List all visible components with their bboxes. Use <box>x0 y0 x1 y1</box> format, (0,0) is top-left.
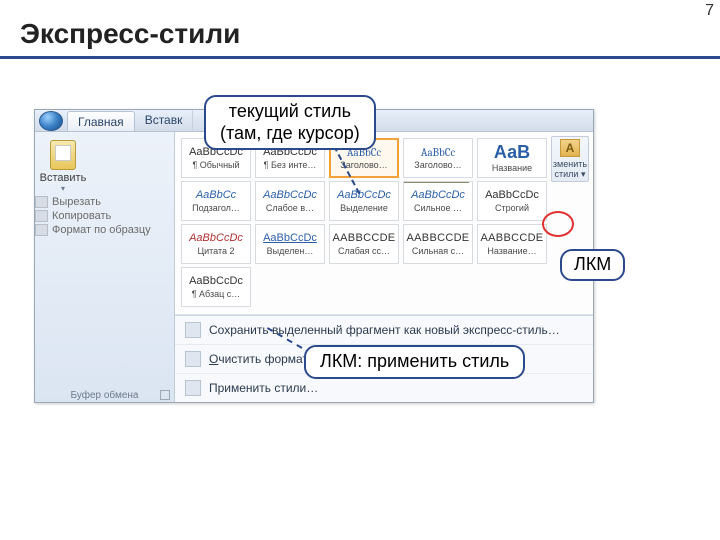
style-sample: AaBbCcDc <box>411 190 465 201</box>
style-name: Сильная с… <box>412 246 464 256</box>
style-name: Название <box>492 163 532 173</box>
style-name: Цитата 2 <box>197 246 234 256</box>
style-cell[interactable]: AABBCCDE Слабая сс… <box>329 224 399 264</box>
tab-insert[interactable]: Вставк <box>135 110 194 131</box>
clipboard-group-caption: Буфер обмена <box>35 390 174 401</box>
style-name: Заголово… <box>414 160 461 170</box>
copy-label: Копировать <box>52 210 111 222</box>
style-sample: AaBbCc <box>196 190 236 201</box>
style-sample: AaBbCcDc <box>263 190 317 201</box>
style-name: Строгий <box>495 203 529 213</box>
style-name: Заголово… <box>340 160 387 170</box>
tab-home[interactable]: Главная <box>67 111 135 131</box>
format-painter-label: Формат по образцу <box>52 224 151 236</box>
menu-save-as-quick-style[interactable]: Сохранить выделенный фрагмент как новый … <box>175 316 593 344</box>
page-title: Экспресс-стили <box>0 0 720 56</box>
style-sample: AaBbCcDc <box>337 190 391 201</box>
style-name: ¶ Обычный <box>192 160 239 170</box>
paste-button[interactable]: Вставить ▾ <box>35 136 91 193</box>
title-rule <box>0 56 720 59</box>
style-cell[interactable]: AaBbCcDc Слабое в… <box>255 181 325 221</box>
style-cell[interactable]: АаВ Название <box>477 138 547 178</box>
paste-label: Вставить <box>35 172 91 184</box>
style-cell[interactable]: AABBCCDE Сильная с… <box>403 224 473 264</box>
eraser-icon <box>185 351 201 367</box>
style-name: ¶ Без инте… <box>264 160 317 170</box>
style-cell[interactable]: AaBbCcDc Цитата 2 <box>181 224 251 264</box>
style-sample: AABBCCDE <box>407 233 470 244</box>
style-sample: AaBbCcDc <box>485 190 539 201</box>
style-cell[interactable]: AaBbCcDc Выделение <box>329 181 399 221</box>
change-styles-l2: стили ▾ <box>555 169 586 180</box>
change-styles-button[interactable]: зменить стили ▾ <box>551 136 589 182</box>
style-cell[interactable]: AaBbCcDc Выделен… <box>255 224 325 264</box>
style-cell[interactable]: AaBbCcDc ¶ Абзац с… <box>181 267 251 307</box>
copy-icon <box>35 210 48 222</box>
change-styles-l1: зменить <box>553 159 587 169</box>
apply-styles-icon <box>185 380 201 396</box>
cut-button[interactable]: Вырезать <box>35 195 151 209</box>
save-style-icon <box>185 322 201 338</box>
style-name: Сильное … <box>414 203 462 213</box>
page-number: 7 <box>705 2 714 20</box>
brush-icon <box>35 224 48 236</box>
paste-icon <box>50 140 76 170</box>
style-sample: AaBbCc <box>421 147 455 158</box>
callout-line1: текущий стиль (там, где курсор) <box>220 101 360 144</box>
style-cell[interactable]: AaBbCc Подзагол… <box>181 181 251 221</box>
style-cell[interactable]: AaBbCcDc Сильное … Заголовок 1 <box>403 181 473 221</box>
style-sample: AaBbCcDc <box>189 233 243 244</box>
style-sample: AABBCCDE <box>481 233 544 244</box>
callout-lmb: ЛКМ <box>560 249 625 281</box>
clipboard-group: Вставить ▾ Вырезать Копировать Формат по… <box>35 132 175 402</box>
style-cell[interactable]: AaBbCc Заголово… <box>403 138 473 178</box>
style-name: ¶ Абзац с… <box>192 289 241 299</box>
change-styles-icon <box>560 139 580 157</box>
style-tooltip: Заголовок 1 <box>403 181 468 183</box>
style-name: Слабое в… <box>266 203 314 213</box>
cut-label: Вырезать <box>52 196 101 208</box>
callout-current-style: текущий стиль (там, где курсор) <box>204 95 376 150</box>
style-name: Выделен… <box>267 246 314 256</box>
clipboard-dialog-launcher[interactable] <box>160 390 170 400</box>
style-sample: АаВ <box>494 143 530 161</box>
annotation-red-circle <box>542 211 574 237</box>
style-cell[interactable]: AaBbCcDc Строгий <box>477 181 547 221</box>
style-sample: AABBCCDE <box>333 233 396 244</box>
style-sample: AaBbCcDc <box>189 276 243 287</box>
style-name: Выделение <box>340 203 388 213</box>
format-painter-button[interactable]: Формат по образцу <box>35 223 151 237</box>
style-cell[interactable]: AABBCCDE Название… <box>477 224 547 264</box>
style-name: Подзагол… <box>192 203 240 213</box>
copy-button[interactable]: Копировать <box>35 209 151 223</box>
callout-apply-style: ЛКМ: применить стиль <box>304 345 525 379</box>
style-sample: AaBbCcDc <box>263 233 317 244</box>
style-name: Название… <box>487 246 536 256</box>
menu-apply-label: Применить стили… <box>209 381 318 395</box>
menu-save-label: Сохранить выделенный фрагмент как новый … <box>209 323 560 337</box>
menu-clear-label: Очистить формат <box>209 352 308 366</box>
office-button-icon[interactable] <box>39 111 63 131</box>
scissors-icon <box>35 196 48 208</box>
style-name: Слабая сс… <box>338 246 390 256</box>
